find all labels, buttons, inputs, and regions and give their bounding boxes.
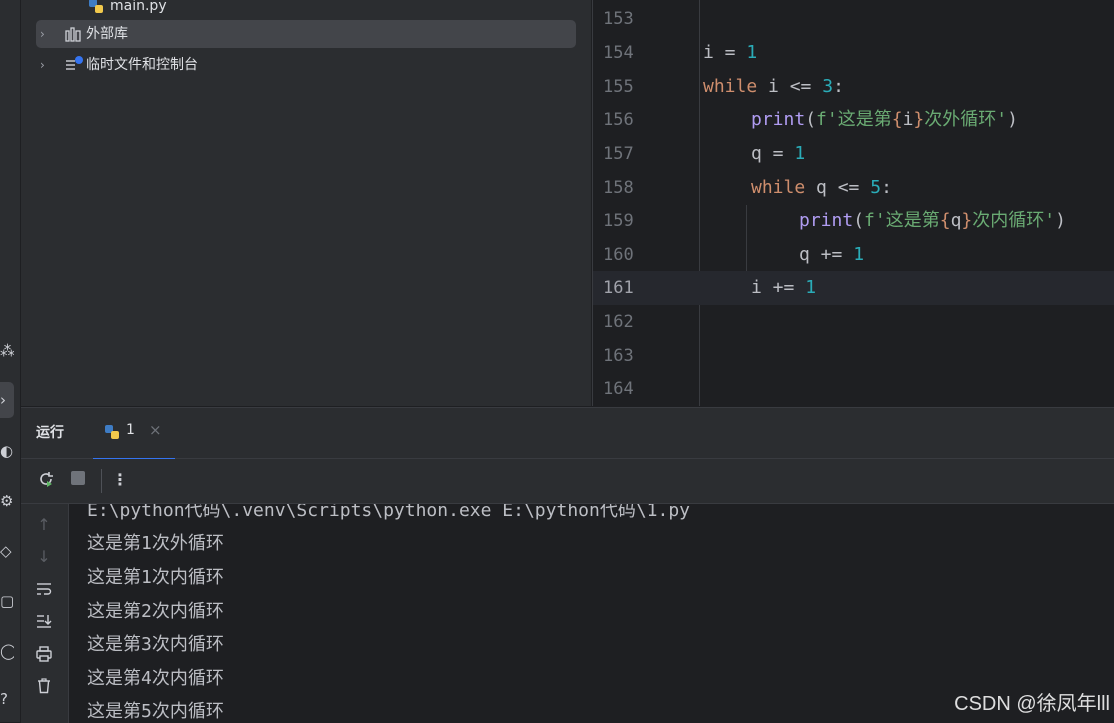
code-editor[interactable]: 153 154 i = 1 155 while i <= 3: 156 prin… — [592, 0, 1114, 406]
python-packages-icon[interactable]: ◐ — [0, 440, 14, 462]
code-line-current[interactable]: 161 i += 1 — [593, 271, 1114, 305]
chevron-right-icon[interactable]: › — [40, 20, 45, 48]
code-line[interactable]: 153 — [593, 2, 1114, 36]
code-text: q += 1 — [799, 244, 865, 265]
line-number: 154 — [603, 43, 634, 63]
rerun-icon[interactable] — [35, 469, 57, 491]
version-control-icon[interactable]: ? — [0, 688, 14, 710]
run-header: 运行 1 × — [21, 408, 1114, 460]
line-number: 160 — [603, 245, 634, 265]
code-line[interactable]: 157 q = 1 — [593, 137, 1114, 171]
terminal-icon[interactable]: ▢ — [0, 590, 14, 612]
console-line: 这是第3次内循环 — [87, 634, 224, 655]
toolbar-separator — [101, 469, 102, 493]
tree-item-external-libraries[interactable]: › 外部库 — [36, 20, 576, 48]
line-number: 155 — [603, 77, 634, 97]
code-line[interactable]: 155 while i <= 3: — [593, 70, 1114, 104]
line-number: 156 — [603, 110, 634, 130]
code-text: q = 1 — [751, 143, 806, 164]
run-tool-window: 运行 1 × ⋮ ↑ ↓ E:\python代码\.venv\Scripts\p… — [21, 407, 1114, 723]
run-tab-label: 1 — [126, 422, 135, 438]
tree-item-label: main.py — [110, 0, 167, 14]
code-text: while q <= 5: — [751, 177, 892, 198]
code-text: i = 1 — [703, 42, 758, 63]
run-tab[interactable]: 1 × — [93, 408, 175, 460]
soft-wrap-icon[interactable] — [33, 580, 55, 602]
code-line[interactable]: 154 i = 1 — [593, 36, 1114, 70]
python-console-icon[interactable]: ◇ — [0, 540, 14, 562]
run-toolbar: ⋮ — [21, 459, 1114, 504]
line-number: 159 — [603, 211, 634, 231]
python-icon — [103, 423, 121, 445]
line-number: 162 — [603, 312, 634, 332]
tree-item-label: 临时文件和控制台 — [86, 57, 198, 73]
close-icon[interactable]: × — [149, 421, 162, 439]
code-line[interactable]: 159 print(f'这是第{q}次内循环') — [593, 204, 1114, 238]
scroll-to-end-icon[interactable] — [33, 612, 55, 634]
run-tool-icon[interactable]: › — [0, 382, 14, 418]
more-options-icon[interactable]: ⋮ — [109, 469, 131, 491]
project-tree: main.py › 外部库 › 临时文件和控制台 — [21, 0, 591, 406]
console-line: 这是第5次内循环 — [87, 701, 224, 722]
services-icon[interactable]: ⚙ — [0, 490, 14, 512]
code-text: i += 1 — [751, 277, 817, 298]
code-text: while i <= 3: — [703, 76, 844, 97]
code-line[interactable]: 162 — [593, 305, 1114, 339]
code-line[interactable]: 164 — [593, 372, 1114, 406]
code-text: print(f'这是第{i}次外循环') — [751, 109, 1018, 130]
code-line[interactable]: 158 while q <= 5: — [593, 171, 1114, 205]
stop-icon[interactable] — [67, 469, 89, 491]
tree-item-label: 外部库 — [86, 26, 128, 42]
arrow-down-icon[interactable]: ↓ — [33, 546, 55, 568]
line-number: 158 — [603, 178, 634, 198]
library-icon — [64, 20, 82, 53]
code-line[interactable]: 156 print(f'这是第{i}次外循环') — [593, 103, 1114, 137]
console-line: 这是第1次外循环 — [87, 533, 224, 554]
tree-item-main-py[interactable]: main.py — [21, 0, 591, 20]
watermark: CSDN @徐凤年lll — [954, 693, 1110, 715]
console-line: 这是第2次内循环 — [87, 601, 224, 622]
code-line[interactable]: 163 — [593, 339, 1114, 373]
trash-icon[interactable] — [33, 677, 55, 699]
line-number: 163 — [603, 346, 634, 366]
line-number: 157 — [603, 144, 634, 164]
print-icon[interactable] — [33, 645, 55, 667]
structure-icon[interactable]: ⁂ — [0, 340, 14, 362]
code-text: print(f'这是第{q}次内循环') — [799, 210, 1066, 231]
line-number: 153 — [603, 9, 634, 29]
tree-item-scratches[interactable]: › 临时文件和控制台 — [21, 51, 591, 79]
tool-window-strip: ⁂ › ◐ ⚙ ◇ ▢ ◯ ? — [0, 0, 21, 722]
code-line[interactable]: 160 q += 1 — [593, 238, 1114, 272]
line-number: 161 — [603, 278, 634, 298]
console-line: E:\python代码\.venv\Scripts\python.exe E:\… — [87, 504, 691, 521]
console-line: 这是第4次内循环 — [87, 668, 224, 689]
scratches-icon — [64, 51, 84, 83]
arrow-up-icon[interactable]: ↑ — [33, 514, 55, 536]
console-line: 这是第1次内循环 — [87, 567, 224, 588]
problems-icon[interactable]: ◯ — [0, 640, 14, 662]
chevron-right-icon[interactable]: › — [40, 51, 45, 79]
console-side-toolbar: ↑ ↓ — [21, 504, 69, 723]
line-number: 164 — [603, 379, 634, 399]
run-panel-title: 运行 — [36, 425, 64, 441]
